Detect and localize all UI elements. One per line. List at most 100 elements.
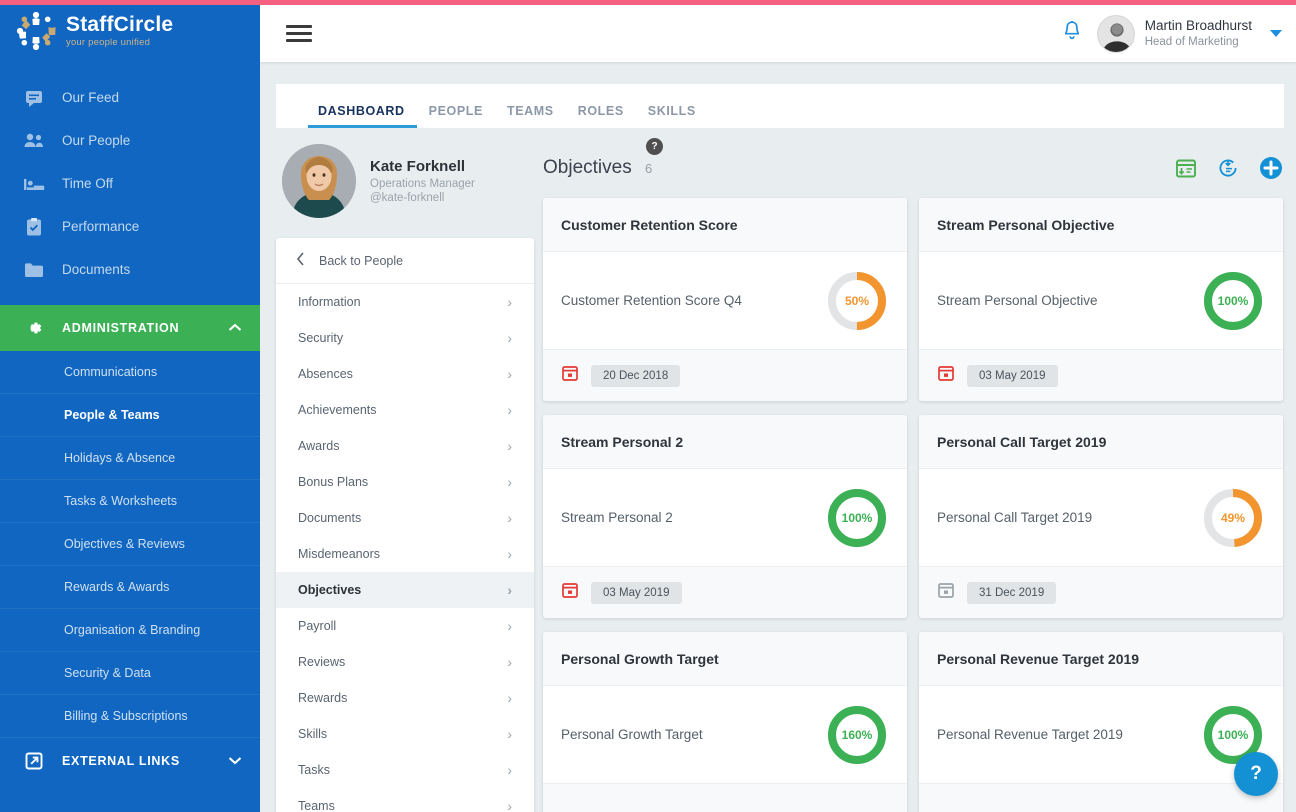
chevron-left-icon — [296, 252, 305, 269]
question-mark-icon[interactable]: ? — [646, 138, 663, 155]
objective-card-description: Personal Growth Target — [561, 727, 825, 742]
help-icon[interactable]: ? — [1234, 752, 1278, 796]
sidebar-item-billing-subscriptions[interactable]: Billing & Subscriptions — [0, 695, 260, 738]
chevron-down-icon — [228, 754, 242, 768]
progress-donut: 100% — [825, 486, 889, 550]
user-name: Martin Broadhurst — [1145, 18, 1252, 35]
tab-roles[interactable]: ROLES — [566, 104, 636, 128]
chevron-right-icon: › — [507, 294, 512, 310]
chevron-right-icon: › — [507, 438, 512, 454]
caret-down-icon[interactable] — [1270, 30, 1282, 37]
objective-card-title: Stream Personal Objective — [919, 198, 1283, 252]
objective-card[interactable]: Personal Call Target 2019 Personal Call … — [919, 415, 1283, 618]
progress-label: 160% — [825, 703, 889, 767]
profile-menu-item-misdemeanors[interactable]: Misdemeanors› — [276, 536, 534, 572]
back-to-people-button[interactable]: Back to People — [276, 238, 534, 284]
bell-icon[interactable] — [1061, 19, 1083, 48]
clipboard-check-icon — [22, 215, 46, 239]
objective-card[interactable]: Customer Retention Score Customer Retent… — [543, 198, 907, 401]
brand-logo[interactable]: StaffCircle your people unified — [0, 0, 260, 62]
objective-card[interactable]: Personal Growth Target Personal Growth T… — [543, 632, 907, 812]
history-icon[interactable] — [1217, 157, 1239, 179]
tab-teams[interactable]: TEAMS — [495, 104, 566, 128]
sidebar-item-documents[interactable]: Documents — [0, 248, 260, 291]
sidebar-sub-label: Billing & Subscriptions — [64, 709, 188, 723]
profile-menu-item-security[interactable]: Security› — [276, 320, 534, 356]
sidebar-item-objectives-reviews[interactable]: Objectives & Reviews — [0, 523, 260, 566]
profile-menu-item-objectives[interactable]: Objectives› — [276, 572, 534, 608]
menu-label: Achievements — [298, 403, 377, 417]
profile-menu-item-teams[interactable]: Teams› — [276, 788, 534, 812]
profile-menu-card: Back to People Information› Security› Ab… — [276, 238, 534, 812]
objective-card-title: Personal Call Target 2019 — [919, 415, 1283, 469]
progress-donut: 50% — [825, 269, 889, 333]
profile-menu-item-information[interactable]: Information › — [276, 284, 534, 320]
profile-menu-item-achievements[interactable]: Achievements› — [276, 392, 534, 428]
page-title: Objectives 6 ? — [543, 157, 652, 179]
menu-label: Security — [298, 331, 343, 345]
feed-icon — [22, 86, 46, 110]
profile-menu-item-reviews[interactable]: Reviews› — [276, 644, 534, 680]
brand-tagline: your people unified — [66, 38, 173, 48]
sidebar-item-label: Our People — [62, 133, 130, 148]
sidebar-item-communications[interactable]: Communications — [0, 351, 260, 394]
objective-card-description: Stream Personal 2 — [561, 510, 825, 525]
sidebar-item-label: Our Feed — [62, 90, 119, 105]
sidebar-section-label: EXTERNAL LINKS — [62, 754, 180, 768]
sidebar-item-organisation-branding[interactable]: Organisation & Branding — [0, 609, 260, 652]
add-objective-icon[interactable] — [1259, 156, 1283, 180]
profile-menu-item-bonus-plans[interactable]: Bonus Plans› — [276, 464, 534, 500]
objective-card[interactable]: Personal Revenue Target 2019 Personal Re… — [919, 632, 1283, 812]
profile-menu-item-skills[interactable]: Skills› — [276, 716, 534, 752]
profile-menu-item-documents[interactable]: Documents› — [276, 500, 534, 536]
objective-card-title: Customer Retention Score — [543, 198, 907, 252]
sidebar-item-security-data[interactable]: Security & Data — [0, 652, 260, 695]
objective-card-footer — [543, 783, 907, 812]
tab-people[interactable]: PEOPLE — [417, 104, 495, 128]
sidebar-section-administration[interactable]: ADMINISTRATION — [0, 305, 260, 351]
nav-spacer-2 — [0, 291, 260, 305]
menu-label: Misdemeanors — [298, 547, 380, 561]
sidebar-item-label: Documents — [62, 262, 130, 277]
hamburger-bar — [286, 32, 312, 35]
profile-info: Kate Forknell Operations Manager @kate-f… — [370, 158, 475, 204]
user-menu[interactable]: Martin Broadhurst Head of Marketing — [1097, 15, 1252, 53]
sidebar-item-our-feed[interactable]: Our Feed — [0, 76, 260, 119]
hamburger-icon[interactable] — [286, 21, 312, 46]
due-date-badge: 20 Dec 2018 — [591, 365, 680, 387]
objective-card-body: Stream Personal 2 100% — [543, 469, 907, 566]
chevron-right-icon: › — [507, 726, 512, 742]
menu-label: Information — [298, 295, 361, 309]
objective-card[interactable]: Stream Personal 2 Stream Personal 2 100% — [543, 415, 907, 618]
sidebar-item-rewards-awards[interactable]: Rewards & Awards — [0, 566, 260, 609]
sidebar-item-label: Time Off — [62, 176, 113, 191]
sidebar-item-people-teams[interactable]: People & Teams — [0, 394, 260, 437]
progress-donut: 49% — [1201, 486, 1265, 550]
sidebar-item-our-people[interactable]: Our People — [0, 119, 260, 162]
objective-card-footer: 31 Dec 2019 — [919, 566, 1283, 618]
menu-label: Objectives — [298, 583, 361, 597]
sort-by-date-icon[interactable] — [1175, 157, 1197, 179]
objective-card-description: Customer Retention Score Q4 — [561, 293, 825, 308]
sidebar-item-holidays-absence[interactable]: Holidays & Absence — [0, 437, 260, 480]
profile-menu-item-absences[interactable]: Absences› — [276, 356, 534, 392]
sidebar-item-tasks-worksheets[interactable]: Tasks & Worksheets — [0, 480, 260, 523]
objective-card-description: Personal Revenue Target 2019 — [937, 727, 1201, 742]
chevron-right-icon: › — [507, 690, 512, 706]
profile-menu-item-rewards[interactable]: Rewards› — [276, 680, 534, 716]
tab-skills[interactable]: SKILLS — [636, 104, 708, 128]
sidebar-item-time-off[interactable]: Time Off — [0, 162, 260, 205]
app-root: StaffCircle your people unified Our Feed… — [0, 0, 1296, 812]
tab-dashboard[interactable]: DASHBOARD — [308, 104, 417, 128]
profile-menu-item-awards[interactable]: Awards› — [276, 428, 534, 464]
profile-menu-item-tasks[interactable]: Tasks› — [276, 752, 534, 788]
tab-label: PEOPLE — [429, 104, 483, 118]
sidebar-section-external-links[interactable]: EXTERNAL LINKS — [0, 738, 260, 784]
people-icon — [22, 129, 46, 153]
profile-menu-item-payroll[interactable]: Payroll› — [276, 608, 534, 644]
sidebar-item-performance[interactable]: Performance — [0, 205, 260, 248]
objective-card[interactable]: Stream Personal Objective Stream Persona… — [919, 198, 1283, 401]
tab-label: SKILLS — [648, 104, 696, 118]
profile-role: Operations Manager — [370, 178, 475, 190]
calendar-icon — [561, 364, 579, 387]
